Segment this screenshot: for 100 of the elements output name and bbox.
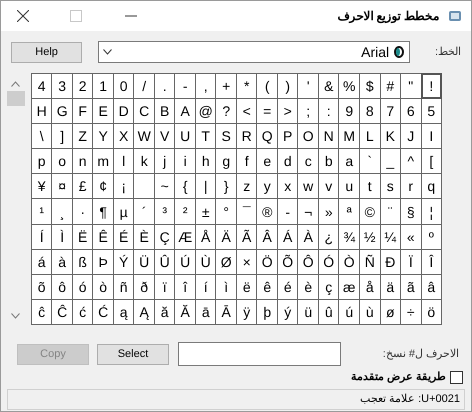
- character-cell[interactable]: >: [236, 99, 256, 124]
- character-cell[interactable]: Ä: [216, 224, 236, 249]
- character-cell[interactable]: ÷: [401, 300, 420, 324]
- checkbox[interactable]: [450, 370, 463, 384]
- character-cell[interactable]: %: [339, 74, 359, 98]
- character-cell[interactable]: ?: [216, 99, 236, 124]
- character-cell[interactable]: -: [175, 74, 195, 98]
- character-cell[interactable]: ±: [196, 199, 216, 224]
- scroll-up-icon[interactable]: [11, 81, 20, 87]
- character-cell[interactable]: 2: [72, 74, 92, 98]
- character-cell[interactable]: m: [93, 149, 113, 174]
- character-cell[interactable]: ä: [380, 274, 400, 299]
- character-cell[interactable]: Ć: [93, 300, 113, 324]
- character-cell[interactable]: î: [175, 274, 195, 299]
- character-cell[interactable]: ': [298, 74, 318, 98]
- character-cell[interactable]: Ă: [175, 300, 195, 324]
- character-cell[interactable]: i: [175, 149, 195, 174]
- character-cell[interactable]: Û: [154, 250, 174, 274]
- character-cell[interactable]: o: [52, 149, 72, 174]
- character-cell[interactable]: n: [72, 149, 92, 174]
- character-cell[interactable]: ¶: [93, 199, 113, 224]
- character-cell[interactable]: V: [154, 124, 174, 148]
- character-cell[interactable]: d: [278, 149, 298, 174]
- scrollbar-thumb[interactable]: [6, 91, 25, 106]
- character-cell[interactable]: ¹: [32, 199, 52, 224]
- character-cell[interactable]: 9: [339, 99, 359, 124]
- character-cell[interactable]: ù: [360, 300, 380, 324]
- character-cell[interactable]: µ: [114, 199, 134, 224]
- font-dropdown[interactable]: Arial: [98, 41, 410, 63]
- character-cell[interactable]: 4: [32, 74, 52, 98]
- character-cell[interactable]: l: [114, 149, 134, 174]
- character-cell[interactable]: »: [401, 224, 420, 249]
- scroll-down-icon[interactable]: [11, 313, 20, 319]
- character-cell[interactable]: J: [401, 124, 420, 148]
- character-cell[interactable]: D: [114, 99, 134, 124]
- character-cell[interactable]: Í: [32, 224, 52, 249]
- character-cell[interactable]: v: [318, 174, 338, 198]
- character-cell[interactable]: È: [134, 224, 154, 249]
- character-cell[interactable]: ø: [380, 300, 400, 324]
- character-cell[interactable]: Þ: [93, 250, 113, 274]
- character-cell[interactable]: á: [32, 250, 52, 274]
- character-cell[interactable]: ć: [72, 300, 92, 324]
- character-cell[interactable]: k: [134, 149, 154, 174]
- character-cell[interactable]: E: [93, 99, 113, 124]
- character-cell[interactable]: t: [360, 174, 380, 198]
- character-cell[interactable]: b: [318, 149, 338, 174]
- character-cell[interactable]: ": [401, 74, 420, 98]
- character-cell[interactable]: a: [339, 149, 359, 174]
- character-cell[interactable]: 5: [422, 99, 441, 124]
- character-cell[interactable]: Ö: [257, 250, 277, 274]
- character-cell[interactable]: =: [257, 99, 277, 124]
- character-cell[interactable]: H: [32, 99, 52, 124]
- character-cell[interactable]: Ð: [380, 250, 400, 274]
- character-cell[interactable]: $: [360, 74, 380, 98]
- character-cell[interactable]: Ú: [175, 250, 195, 274]
- character-cell[interactable]: ): [257, 74, 277, 98]
- character-cell[interactable]: x: [278, 174, 298, 198]
- character-cell[interactable]: K: [380, 124, 400, 148]
- character-cell[interactable]: Ñ: [360, 250, 380, 274]
- character-cell[interactable]: T: [196, 124, 216, 148]
- character-cell[interactable]: W: [134, 124, 154, 148]
- character-cell[interactable]: §: [401, 199, 420, 224]
- character-cell[interactable]: ®: [257, 199, 277, 224]
- character-cell[interactable]: É: [114, 224, 134, 249]
- character-cell[interactable]: Ą: [134, 300, 154, 324]
- character-cell[interactable]: ß: [72, 250, 92, 274]
- character-cell[interactable]: @: [196, 99, 216, 124]
- character-cell[interactable]: q: [422, 174, 441, 198]
- character-cell[interactable]: :: [318, 99, 338, 124]
- character-cell[interactable]: ã: [401, 274, 420, 299]
- character-cell[interactable]: Ã: [236, 224, 256, 249]
- character-cell[interactable]: ñ: [114, 274, 134, 299]
- character-cell[interactable]: û: [318, 300, 338, 324]
- character-cell[interactable]: °: [216, 199, 236, 224]
- character-cell[interactable]: R: [236, 124, 256, 148]
- character-cell[interactable]: C: [134, 99, 154, 124]
- character-cell[interactable]: ¥: [32, 174, 52, 198]
- character-cell[interactable]: G: [52, 99, 72, 124]
- character-cell[interactable]: ç: [318, 274, 338, 299]
- character-cell[interactable]: ÿ: [236, 300, 256, 324]
- character-cell[interactable]: c: [298, 149, 318, 174]
- character-cell[interactable]: ª: [339, 199, 359, 224]
- character-cell[interactable]: å: [360, 274, 380, 299]
- character-cell[interactable]: Ó: [318, 250, 338, 274]
- character-cell[interactable]: }: [175, 174, 195, 198]
- character-cell[interactable]: ¼: [380, 224, 400, 249]
- character-cell[interactable]: P: [278, 124, 298, 148]
- select-button[interactable]: Select: [97, 344, 169, 364]
- character-cell[interactable]: Ý: [114, 250, 134, 274]
- character-cell[interactable]: -: [278, 199, 298, 224]
- character-cell[interactable]: ¤: [52, 174, 72, 198]
- character-cell[interactable]: Ü: [134, 250, 154, 274]
- character-cell[interactable]: h: [196, 149, 216, 174]
- character-cell[interactable]: 8: [360, 99, 380, 124]
- character-cell[interactable]: .: [154, 74, 174, 98]
- character-cell[interactable]: <: [278, 99, 298, 124]
- character-cell[interactable]: ·: [72, 199, 92, 224]
- character-cell[interactable]: ~: [154, 174, 174, 198]
- character-cell[interactable]: M: [339, 124, 359, 148]
- character-cell[interactable]: (: [278, 74, 298, 98]
